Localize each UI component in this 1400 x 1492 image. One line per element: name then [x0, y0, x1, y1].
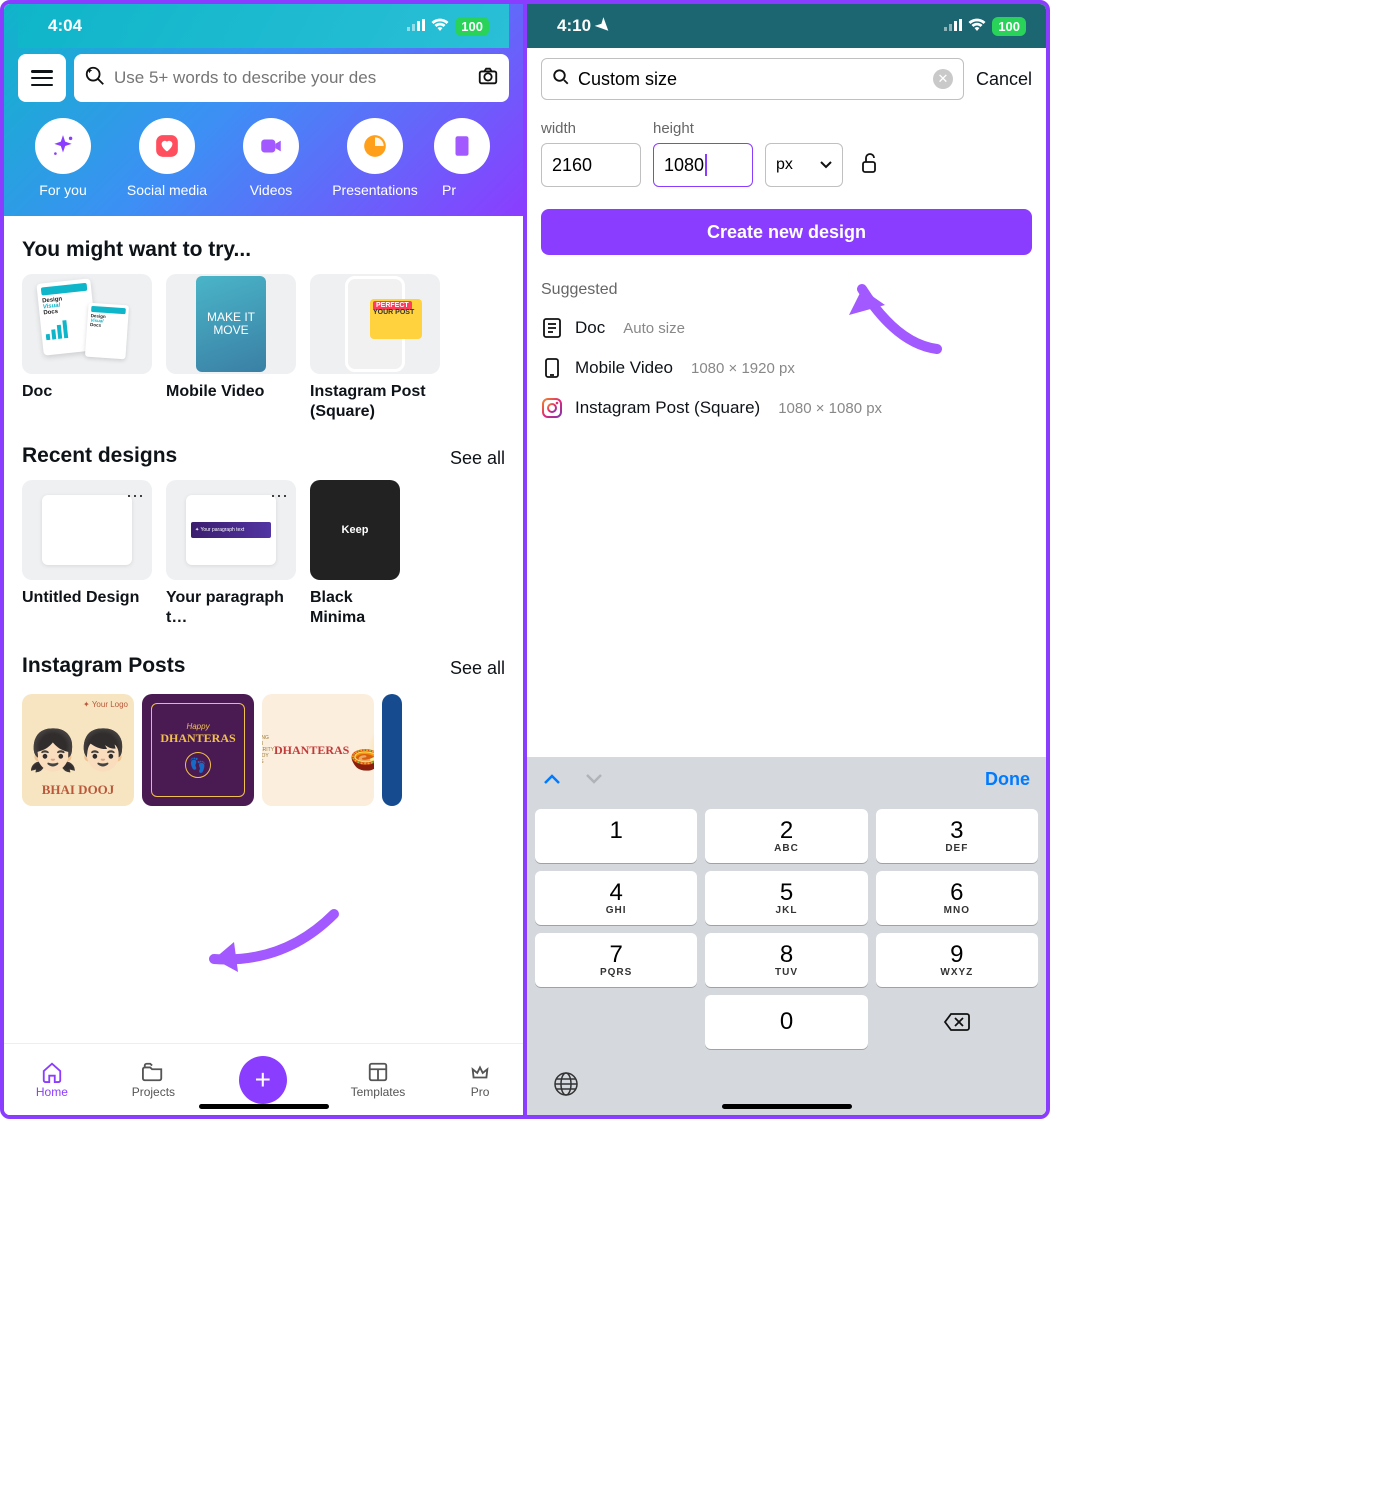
suggested-title: Suggested: [541, 281, 1032, 299]
recent-row[interactable]: ⋯ Untitled Design ✦ Your paragraph text⋯…: [22, 480, 505, 628]
try-doc[interactable]: DesignVisualDocs DesignVisualDocs Doc: [22, 274, 152, 422]
numeric-keyboard: Done 1 2ABC3DEF 4GHI5JKL6MNO 7PQRS8TUV9WXY…: [527, 757, 1046, 1115]
kb-backspace[interactable]: [876, 995, 1038, 1049]
cancel-button[interactable]: Cancel: [976, 69, 1032, 90]
search-box[interactable]: [74, 54, 509, 102]
sparkle-icon: [35, 118, 91, 174]
kb-next-field[interactable]: [585, 768, 603, 791]
heart-icon: [139, 118, 195, 174]
try-mobile-video[interactable]: MAKE ITMOVE Mobile Video: [166, 274, 296, 422]
hamburger-icon: [31, 70, 53, 86]
ig-see-all[interactable]: See all: [450, 658, 505, 679]
recent-untitled[interactable]: ⋯ Untitled Design: [22, 480, 152, 628]
more-icon[interactable]: ⋯: [126, 486, 144, 507]
chevron-down-icon: [820, 156, 832, 174]
try-ig-square[interactable]: PERFECTYOUR POST Instagram Post (Square): [310, 274, 440, 422]
wifi-icon: [431, 16, 449, 36]
wifi-icon: [968, 16, 986, 36]
recent-black[interactable]: Keep Black Minima: [310, 480, 400, 628]
ig-title: Instagram Posts: [22, 654, 185, 678]
kb-key-3[interactable]: 3DEF: [876, 809, 1038, 863]
cat-foryou[interactable]: For you: [18, 118, 108, 198]
ig-extra[interactable]: [382, 694, 402, 806]
kb-blank: [535, 995, 697, 1049]
nav-home[interactable]: Home: [36, 1061, 68, 1099]
kb-key-0[interactable]: 0: [705, 995, 867, 1049]
width-label: width: [541, 120, 641, 137]
kb-key-5[interactable]: 5JKL: [705, 871, 867, 925]
home-indicator: [199, 1104, 329, 1109]
ig-dhanteras[interactable]: HappyDHANTERAS👣: [142, 694, 254, 806]
sug-doc[interactable]: DocAuto size: [541, 317, 1032, 339]
present-icon: [347, 118, 403, 174]
nav-pro[interactable]: Pro: [469, 1061, 491, 1099]
cat-present[interactable]: Presentations: [330, 118, 420, 198]
globe-icon[interactable]: [553, 1071, 579, 1102]
video-icon: [243, 118, 299, 174]
category-row: For youSocial mediaVideosPresentationsPr: [18, 118, 509, 198]
kb-done-button[interactable]: Done: [985, 769, 1030, 790]
plus-icon: +: [255, 1064, 271, 1096]
kb-key-8[interactable]: 8TUV: [705, 933, 867, 987]
ig-row[interactable]: ✦ Your LogoBHAI DOOJ👧🏻👦🏻HappyDHANTERAS👣W…: [22, 694, 505, 806]
height-input[interactable]: 1080: [653, 143, 753, 187]
custom-size-search[interactable]: ✕: [541, 58, 964, 100]
recent-title: Recent designs: [22, 444, 177, 468]
status-time: 4:10: [557, 16, 591, 35]
clear-icon[interactable]: ✕: [933, 69, 953, 89]
status-time: 4:04: [48, 16, 82, 36]
try-title: You might want to try...: [22, 238, 505, 262]
create-design-button[interactable]: Create new design: [541, 209, 1032, 255]
status-bar-left: 4:04 100: [18, 4, 509, 48]
kb-key-9[interactable]: 9WXYZ: [876, 933, 1038, 987]
menu-button[interactable]: [18, 54, 66, 102]
kb-prev-field[interactable]: [543, 768, 561, 791]
mobile-icon: [541, 357, 563, 379]
signal-icon: [944, 16, 962, 36]
kb-key-6[interactable]: 6MNO: [876, 871, 1038, 925]
unit-select[interactable]: px: [765, 143, 843, 187]
doc-icon: [541, 317, 563, 339]
search-icon: [552, 68, 570, 91]
recent-paragraph[interactable]: ✦ Your paragraph text⋯ Your paragraph t…: [166, 480, 296, 628]
camera-icon[interactable]: [477, 65, 499, 92]
kb-key-4[interactable]: 4GHI: [535, 871, 697, 925]
signal-icon: [407, 16, 425, 36]
sparkle-search-icon: [84, 65, 106, 92]
try-row[interactable]: DesignVisualDocs DesignVisualDocs Doc MA…: [22, 274, 505, 422]
location-icon: ➤: [591, 14, 615, 38]
cat-print[interactable]: Pr: [434, 118, 464, 198]
kb-key-1[interactable]: 1: [535, 809, 697, 863]
height-label: height: [653, 120, 753, 137]
lock-icon[interactable]: [859, 152, 879, 179]
ig-dhanteras2[interactable]: WISHING YOU PROSPERITY AND JOY THISDHANT…: [262, 694, 374, 806]
kb-key-2[interactable]: 2ABC: [705, 809, 867, 863]
status-bar-right: 4:10 ➤ 100: [527, 4, 1046, 48]
custom-size-input[interactable]: [578, 69, 925, 90]
cat-social[interactable]: Social media: [122, 118, 212, 198]
battery-indicator: 100: [992, 17, 1026, 36]
nav-templates[interactable]: Templates: [351, 1061, 406, 1099]
battery-indicator: 100: [455, 17, 489, 36]
nav-create-fab[interactable]: +: [239, 1056, 287, 1104]
nav-projects[interactable]: Projects: [132, 1061, 175, 1099]
more-icon[interactable]: ⋯: [270, 486, 288, 507]
ig-bhai[interactable]: ✦ Your LogoBHAI DOOJ👧🏻👦🏻: [22, 694, 134, 806]
home-indicator: [722, 1104, 852, 1109]
recent-see-all[interactable]: See all: [450, 448, 505, 469]
sug-ig-square[interactable]: Instagram Post (Square)1080 × 1080 px: [541, 397, 1032, 419]
sug-mobile-video[interactable]: Mobile Video1080 × 1920 px: [541, 357, 1032, 379]
ig-icon: [541, 397, 563, 419]
cat-videos[interactable]: Videos: [226, 118, 316, 198]
width-input[interactable]: 2160: [541, 143, 641, 187]
search-input[interactable]: [114, 68, 469, 88]
print-icon: [434, 118, 490, 174]
kb-key-7[interactable]: 7PQRS: [535, 933, 697, 987]
